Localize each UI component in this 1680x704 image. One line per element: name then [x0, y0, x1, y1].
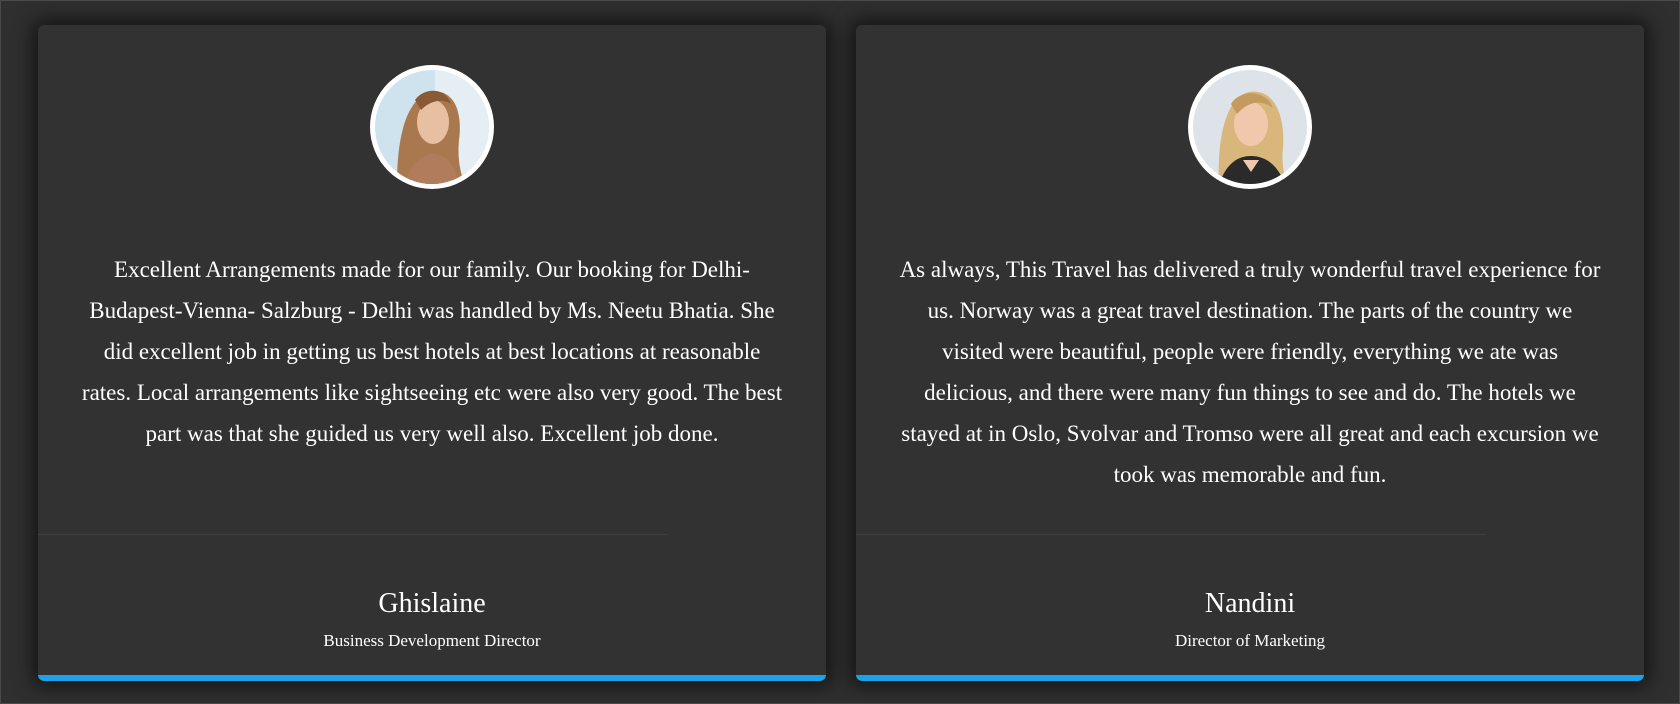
- testimonial-name: Nandini: [1204, 588, 1296, 619]
- accent-bar: [856, 675, 1644, 681]
- testimonial-quote: Excellent Arrangements made for our fami…: [81, 257, 783, 446]
- testimonial-card: As always, This Travel has delivered a t…: [856, 25, 1644, 681]
- testimonial-card: Excellent Arrangements made for our fami…: [38, 25, 826, 681]
- testimonial-role: Business Development Director: [323, 631, 541, 650]
- testimonial-quote: As always, This Travel has delivered a t…: [899, 257, 1601, 487]
- person-photo-icon: [375, 70, 489, 184]
- divider: [38, 534, 668, 535]
- avatar: [370, 65, 494, 189]
- divider: [856, 534, 1486, 535]
- testimonials-grid: Excellent Arrangements made for our fami…: [1, 1, 1679, 703]
- person-photo-icon: [1193, 70, 1307, 184]
- testimonial-name: Ghislaine: [378, 588, 486, 619]
- testimonial-role: Director of Marketing: [1174, 631, 1326, 650]
- accent-bar: [38, 675, 826, 681]
- avatar: [1188, 65, 1312, 189]
